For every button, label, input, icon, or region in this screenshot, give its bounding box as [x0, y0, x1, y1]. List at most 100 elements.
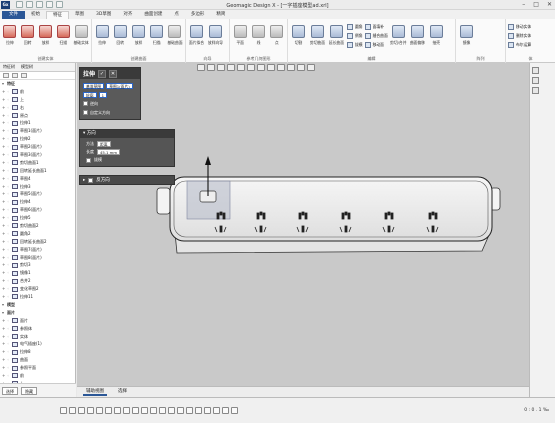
delete-body-button[interactable]: 删除实体	[508, 33, 531, 39]
tree-section-header[interactable]: ▾ 模型	[2, 301, 75, 309]
tree-item[interactable]: + ◦ 前	[2, 88, 75, 96]
tree-item[interactable]: + ◦ 电气插座(1)	[2, 340, 75, 348]
tree-item[interactable]: + ◦ 拉伸11	[2, 293, 75, 301]
layer-icon[interactable]	[222, 407, 229, 414]
tree-item[interactable]: +◦上	[2, 96, 75, 104]
tree-item[interactable]: + ◦ 剪切曲面1	[2, 159, 75, 167]
method-select[interactable]: 距离	[97, 141, 111, 147]
face-fill-button[interactable]: 面填补	[364, 24, 388, 30]
collapse-icon[interactable]	[3, 73, 9, 78]
tree-item[interactable]: + ◦ 曲面	[2, 356, 75, 364]
sketch-icon[interactable]	[177, 407, 184, 414]
tree-item[interactable]: + ◦ 拉伸4	[2, 198, 75, 206]
length-input[interactable]: 45.1 mm	[97, 149, 121, 155]
tree-section-header[interactable]: ▾ 面片	[2, 309, 75, 317]
tab-features[interactable]: 特征	[46, 11, 69, 19]
paint-select-icon[interactable]	[96, 407, 103, 414]
tab-refine[interactable]: 精简	[210, 11, 231, 19]
tab-surface-create[interactable]: 曲面创建	[138, 11, 168, 19]
plane-select-icon[interactable]	[186, 407, 193, 414]
reverse-direction-checkbox[interactable]	[88, 177, 94, 183]
3d-viewport[interactable]: 拉伸 ✓ ✕ 基准草图 草图1(面片) 轮廓 1 逆向 自定义方向 ▾ 方向 方…	[77, 63, 529, 386]
tree-item[interactable]: + ◦ 合并2	[2, 277, 75, 285]
expand-icon[interactable]	[12, 73, 18, 78]
tab-point[interactable]: 点	[168, 11, 185, 19]
tree-item[interactable]: + ◦ 原点	[2, 112, 75, 120]
reverse-direction-panel[interactable]: ▸ 反方向	[79, 175, 175, 185]
filter-icon[interactable]	[21, 73, 27, 78]
tree-item[interactable]: + ◦ 面片	[2, 317, 75, 325]
ok-button[interactable]: ✓	[98, 69, 107, 78]
filter-select-icon[interactable]	[114, 407, 121, 414]
help-icon[interactable]	[532, 77, 539, 84]
lasso-select-icon[interactable]	[78, 407, 85, 414]
hide-button[interactable]: 隐藏	[21, 386, 37, 395]
tab-selection[interactable]: 选择	[115, 388, 130, 396]
region-icon[interactable]	[132, 407, 139, 414]
tree-item[interactable]: + ◦ 拉伸8	[2, 348, 75, 356]
tree-item[interactable]: + ◦ 回转延长曲面2	[2, 238, 75, 246]
unit-icon[interactable]	[231, 407, 238, 414]
draft-button[interactable]: 拔模	[347, 42, 363, 48]
tree-item[interactable]: + ◦ 拉伸2	[2, 135, 75, 143]
tab-feature-tree[interactable]: 特征树	[3, 64, 15, 70]
draft-row[interactable]: 拔模	[86, 156, 170, 164]
select-button[interactable]: 选择	[2, 386, 18, 395]
tree-item[interactable]: + ◦ 拉伸1	[2, 119, 75, 127]
tab-align[interactable]: 对齐	[117, 11, 138, 19]
draft-checkbox[interactable]	[86, 157, 91, 163]
tree-item[interactable]: + ◦ 剪切曲面2	[2, 222, 75, 230]
edge-icon[interactable]	[159, 407, 166, 414]
tab-polygon[interactable]: 多边形	[185, 11, 211, 19]
face-icon[interactable]	[150, 407, 157, 414]
tree-item[interactable]: + ◦ 变化草图2	[2, 285, 75, 293]
snap-icon[interactable]	[213, 407, 220, 414]
point-select-icon[interactable]	[204, 407, 211, 414]
tree-item[interactable]: + ◦ 草图6(面片)	[2, 206, 75, 214]
tab-file[interactable]: 文件	[2, 11, 25, 19]
close-button[interactable]: ✕	[547, 1, 552, 8]
tree-item[interactable]: +◦右	[2, 104, 75, 112]
brush-select-icon[interactable]	[87, 407, 94, 414]
body-icon[interactable]	[141, 407, 148, 414]
tab-model-tree[interactable]: 模型树	[21, 64, 33, 70]
tab-aux-view[interactable]: 辅助视图	[83, 388, 107, 396]
sew-surface-button[interactable]: 缝合曲面	[364, 33, 388, 39]
custom-direction-checkbox[interactable]	[83, 110, 88, 115]
extend-select-icon[interactable]	[105, 407, 112, 414]
tree-item[interactable]: + ◦ 参照体	[2, 325, 75, 333]
mesh-icon[interactable]	[123, 407, 130, 414]
reverse-row[interactable]: 逆向	[83, 99, 137, 108]
tree-item[interactable]: + ◦ 前	[2, 372, 75, 380]
tab-initial[interactable]: 初始	[25, 11, 46, 19]
tree-item[interactable]: + ◦ 草图8(面片)	[2, 254, 75, 262]
boolean-button[interactable]: 布尔运算	[508, 42, 531, 48]
tab-sketch[interactable]: 草图	[69, 11, 90, 19]
reverse-checkbox[interactable]	[83, 101, 88, 106]
tree-item[interactable]: + ◦ 草图1(面片)	[2, 127, 75, 135]
extrude-arrow-icon[interactable]	[205, 156, 211, 165]
base-sketch-field[interactable]: 草图1(面片)	[106, 82, 133, 89]
rect-select-icon[interactable]	[69, 407, 76, 414]
tree-item[interactable]: + ◦ 拉伸5	[2, 214, 75, 222]
tree-item[interactable]: + ◦ 参照平面	[2, 364, 75, 372]
cancel-button[interactable]: ✕	[109, 69, 118, 78]
tree-item[interactable]: + ◦ 草图7(面片)	[2, 246, 75, 254]
fillet-button[interactable]: 圆角	[347, 24, 363, 30]
accuracy-icon[interactable]	[532, 87, 539, 94]
axis-select-icon[interactable]	[195, 407, 202, 414]
custom-direction-row[interactable]: 自定义方向	[83, 108, 137, 117]
tree-item[interactable]: + ◦ 草图4	[2, 175, 75, 183]
tree-item[interactable]: + ◦ 圆角2	[2, 230, 75, 238]
tree-section-header[interactable]: ▾ 特征	[2, 80, 75, 88]
profile-count[interactable]: 1	[98, 91, 108, 98]
tree-item[interactable]: + ◦ 拉伸3	[2, 183, 75, 191]
tree-item[interactable]: + ◦ 剪切3	[2, 261, 75, 269]
maximize-button[interactable]: □	[533, 1, 539, 8]
tree-item[interactable]: + ◦ 实体	[2, 333, 75, 341]
minimize-button[interactable]: –	[522, 1, 525, 8]
tree-item[interactable]: + ◦ 回转延长曲面1	[2, 167, 75, 175]
tab-3d-sketch[interactable]: 3D草图	[90, 11, 117, 19]
tree-item[interactable]: + ◦ 草图5(面片)	[2, 190, 75, 198]
tree-item[interactable]: + ◦ 草图2(面片)	[2, 143, 75, 151]
